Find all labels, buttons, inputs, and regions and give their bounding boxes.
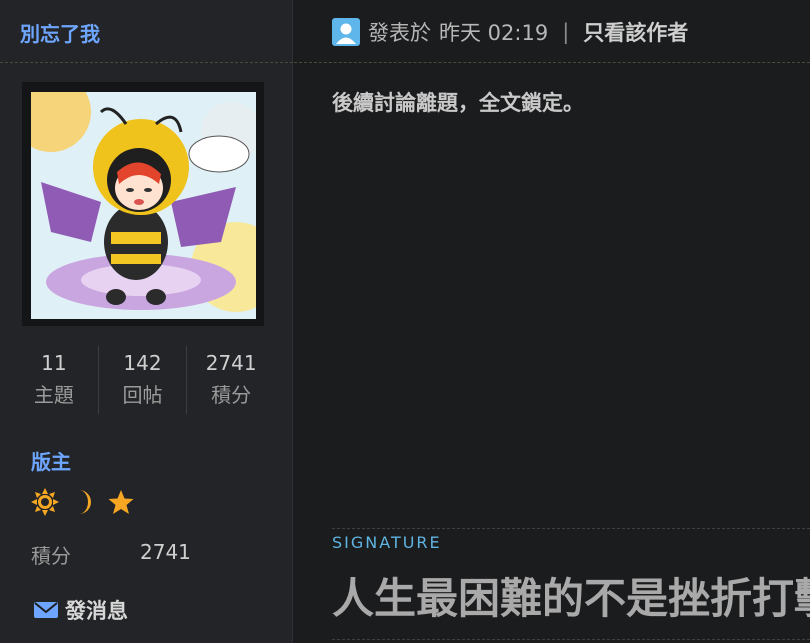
stat-value: 11 — [41, 351, 67, 375]
stat-replies[interactable]: 142 回帖 — [97, 346, 187, 414]
author-sidebar: 別忘了我 11 主題 142 回帖 2741 積分 版主 積分 2741 發消息 — [0, 0, 293, 643]
rank-badges — [31, 488, 135, 516]
posted-time: 昨天 02:19 — [439, 21, 549, 45]
user-stats: 11 主題 142 回帖 2741 積分 — [10, 346, 275, 414]
meta-separator: | — [562, 20, 570, 44]
stat-label: 主題 — [33, 383, 74, 407]
post-header: 發表於 昨天 02:19 | 只看該作者 — [294, 0, 810, 63]
stat-label: 積分 — [211, 383, 252, 407]
send-message-label: 發消息 — [65, 599, 128, 623]
user-rank[interactable]: 版主 — [31, 446, 71, 475]
star-badge-icon — [108, 490, 134, 514]
post-content: 後續討論離題，全文鎖定。 — [332, 91, 584, 115]
avatar-image — [31, 92, 256, 319]
username-row: 別忘了我 — [0, 0, 293, 63]
moon-badge-icon — [79, 490, 91, 514]
stat-value: 142 — [123, 351, 162, 375]
username-link[interactable]: 別忘了我 — [20, 18, 100, 47]
credit-value: 2741 — [140, 540, 191, 564]
stat-threads[interactable]: 11 主題 — [10, 346, 98, 414]
stat-credits[interactable]: 2741 積分 — [186, 346, 275, 414]
credit-row: 積分 2741 — [31, 540, 191, 569]
signature-area: SIGNATURE 人生最困難的不是挫折打擊 — [332, 528, 810, 640]
send-message-button[interactable]: 發消息 — [33, 595, 128, 625]
stat-label: 回帖 — [122, 383, 163, 407]
stat-value: 2741 — [205, 351, 257, 375]
user-icon — [332, 18, 360, 46]
posted-prefix: 發表於 — [368, 21, 431, 45]
signature-label: SIGNATURE — [332, 533, 442, 552]
only-author-link[interactable]: 只看該作者 — [583, 17, 688, 47]
post-meta: 發表於 昨天 02:19 | 只看該作者 — [332, 17, 688, 47]
signature-text: 人生最困難的不是挫折打擊 — [332, 574, 810, 623]
avatar[interactable] — [22, 82, 264, 326]
mail-icon — [34, 602, 58, 618]
sun-badge-icon — [31, 488, 59, 516]
post-container: 別忘了我 11 主題 142 回帖 2741 積分 版主 積分 2741 發消息… — [0, 0, 810, 643]
credit-label: 積分 — [31, 544, 71, 568]
